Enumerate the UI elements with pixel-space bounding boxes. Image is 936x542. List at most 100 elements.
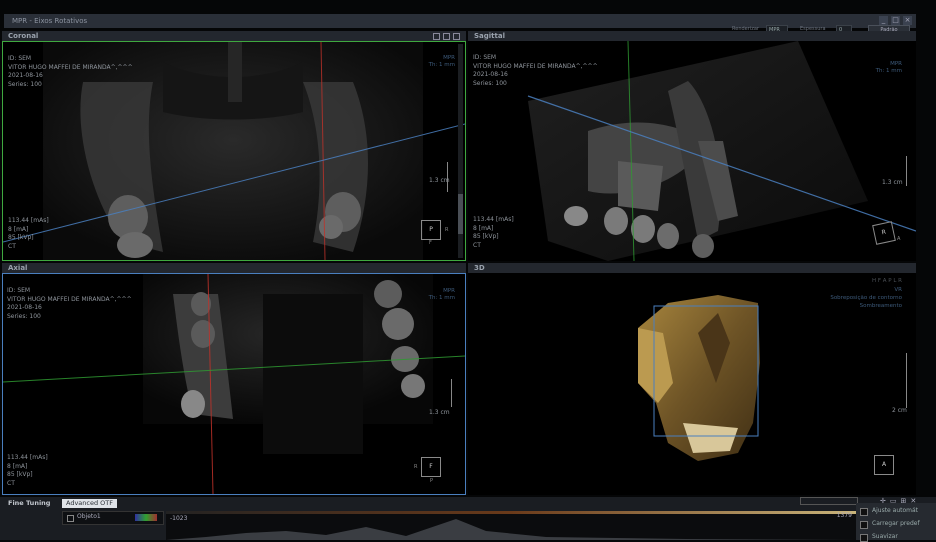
sagittal-orientation-cube[interactable]: R [872, 221, 896, 245]
view3d-overlay-shading: Sombreamento [859, 303, 902, 309]
axial-ma: 8 [mA] [7, 462, 28, 470]
otf-options-toolbar: ✛ ▭ ⊞ ✕ [880, 497, 916, 505]
smooth-checkbox[interactable] [860, 534, 868, 542]
axial-patient-info: ID: SEM VITOR HUGO MAFFEI DE MIRANDA^,^^… [7, 287, 132, 321]
axial-orient-bottom: P [430, 478, 434, 484]
fine-tuning-panel: Fine Tuning Advanced OTF Objeto1 -1023 1… [0, 497, 936, 540]
sagittal-mode-info: MPR Th: 1 mm [876, 61, 902, 75]
axial-panel-header: Axial [2, 263, 466, 273]
axial-thickness: Th: 1 mm [428, 295, 455, 301]
coronal-date: 2021-08-16 [8, 72, 43, 79]
sagittal-patient-name: VITOR HUGO MAFFEI DE MIRANDA^,^^^ [473, 62, 598, 70]
coronal-scan-params: 113.44 [mAs] 8 [mA] 85 [kVp] CT [8, 217, 49, 251]
coronal-panel-tools [433, 33, 460, 40]
coronal-scale-label: 1.3 cm [429, 177, 450, 184]
axial-mode: MPR [443, 288, 455, 294]
coronal-modality: CT [8, 242, 16, 250]
axial-modality: CT [7, 479, 15, 487]
object-list[interactable]: Objeto1 [62, 511, 164, 525]
coronal-series: Series: 100 [8, 80, 42, 88]
coronal-mas: 113.44 [mAs] [8, 217, 49, 224]
object-color-ramp[interactable] [135, 514, 157, 521]
view3d-preset: VR [894, 287, 902, 293]
view3d-scale-bar [906, 353, 907, 408]
smooth-label: Suavizar [872, 533, 898, 540]
sagittal-date: 2021-08-16 [473, 71, 508, 78]
sagittal-mode: MPR [890, 61, 902, 67]
auto-adjust-checkbox[interactable] [860, 508, 868, 516]
axial-kvp: 85 [kVp] [7, 471, 33, 478]
axial-scan-params: 113.44 [mAs] 8 [mA] 85 [kVp] CT [7, 454, 48, 488]
float-panel-icon[interactable]: ⊞ [901, 497, 907, 505]
coronal-mode: MPR [443, 55, 455, 61]
coronal-scrollbar[interactable] [458, 44, 463, 258]
axial-id: ID: SEM [7, 287, 31, 294]
tab-fine-tuning[interactable]: Fine Tuning [4, 499, 54, 508]
sagittal-scale-bar [906, 156, 907, 186]
view3d-view[interactable]: H F A P L R VR Sobreposição de contorno … [468, 273, 916, 495]
sagittal-patient-info: ID: SEM VITOR HUGO MAFFEI DE MIRANDA^,^^… [473, 54, 598, 88]
coronal-view[interactable]: ID: SEM VITOR HUGO MAFFEI DE MIRANDA^,^^… [2, 41, 466, 261]
otf-options-panel: ✛ ▭ ⊞ ✕ Ajuste automát Carregar predef S… [856, 497, 936, 542]
axial-orientation-cube[interactable]: F [421, 457, 441, 477]
axial-orient-right: R [414, 464, 418, 470]
view3d-orientation-letters: H F A P L R [871, 278, 902, 284]
view3d-overlay-contour: Sobreposição de contorno [830, 295, 902, 301]
auto-adjust-label: Ajuste automát [872, 507, 919, 514]
coronal-patient-info: ID: SEM VITOR HUGO MAFFEI DE MIRANDA^,^^… [8, 55, 133, 89]
minimize-panel-icon[interactable]: ▭ [890, 497, 897, 505]
coronal-orient-right: R [445, 227, 449, 233]
axial-series: Series: 100 [7, 312, 41, 320]
coronal-id: ID: SEM [8, 55, 32, 62]
app-screen: MPR - Eixos Rotativos _ □ × Renderizar M… [0, 0, 936, 542]
sagittal-mas: 113.44 [mAs] [473, 216, 514, 223]
layout-icon[interactable] [433, 33, 440, 40]
sagittal-view[interactable]: ID: SEM VITOR HUGO MAFFEI DE MIRANDA^,^^… [468, 41, 916, 261]
histogram-min-label: -1023 [170, 515, 188, 522]
coronal-orientation-cube[interactable]: P [421, 220, 441, 240]
coronal-patient-name: VITOR HUGO MAFFEI DE MIRANDA^,^^^ [8, 63, 133, 71]
sagittal-modality: CT [473, 241, 481, 249]
sagittal-kvp: 85 [kVp] [473, 233, 499, 240]
coronal-mode-info: MPR Th: 1 mm [429, 55, 455, 69]
view3d-title: 3D [474, 264, 485, 272]
histogram-area[interactable]: -1023 1379 [166, 511, 856, 540]
link-icon[interactable] [443, 33, 450, 40]
coronal-scroll-thumb[interactable] [458, 194, 463, 234]
close-panel-icon[interactable]: ✕ [910, 497, 916, 505]
histogram-max-label: 1379 [836, 512, 852, 519]
view3d-panel-header: 3D [468, 263, 916, 273]
maximize-view-icon[interactable] [453, 33, 460, 40]
axial-title: Axial [8, 264, 28, 272]
sagittal-thickness: Th: 1 mm [875, 68, 902, 74]
coronal-orient-bottom: F [429, 240, 432, 246]
object-label: Objeto1 [77, 513, 101, 520]
sagittal-orient-side: A [897, 236, 901, 242]
coronal-title: Coronal [8, 32, 39, 40]
coronal-kvp: 85 [kVp] [8, 234, 34, 241]
sagittal-scan-params: 113.44 [mAs] 8 [mA] 85 [kVp] CT [473, 216, 514, 250]
pin-icon[interactable]: ✛ [880, 497, 886, 505]
sagittal-panel-header: Sagittal [468, 31, 916, 41]
sagittal-title: Sagittal [474, 32, 505, 40]
panel-slider[interactable] [800, 497, 858, 505]
sagittal-series: Series: 100 [473, 79, 507, 87]
coronal-panel-header: Coronal [2, 31, 466, 41]
object-checkbox[interactable] [67, 515, 74, 522]
axial-patient-name: VITOR HUGO MAFFEI DE MIRANDA^,^^^ [7, 295, 132, 303]
tab-advanced-otf[interactable]: Advanced OTF [62, 499, 117, 508]
coronal-thickness: Th: 1 mm [428, 62, 455, 68]
view3d-render [638, 295, 760, 461]
axial-scale-bar [451, 379, 452, 407]
axial-view[interactable]: ID: SEM VITOR HUGO MAFFEI DE MIRANDA^,^^… [2, 273, 466, 495]
window-title: MPR - Eixos Rotativos [12, 17, 88, 25]
view3d-orientation-cube[interactable]: A [874, 455, 894, 475]
axial-scale-label: 1.3 cm [429, 409, 450, 416]
axial-date: 2021-08-16 [7, 304, 42, 311]
axial-mas: 113.44 [mAs] [7, 454, 48, 461]
histogram-chart [166, 511, 856, 540]
sagittal-ma: 8 [mA] [473, 224, 494, 232]
sagittal-scale-label: 1.3 cm [882, 179, 903, 186]
sagittal-id: ID: SEM [473, 54, 497, 61]
load-preset-checkbox[interactable] [860, 521, 868, 529]
